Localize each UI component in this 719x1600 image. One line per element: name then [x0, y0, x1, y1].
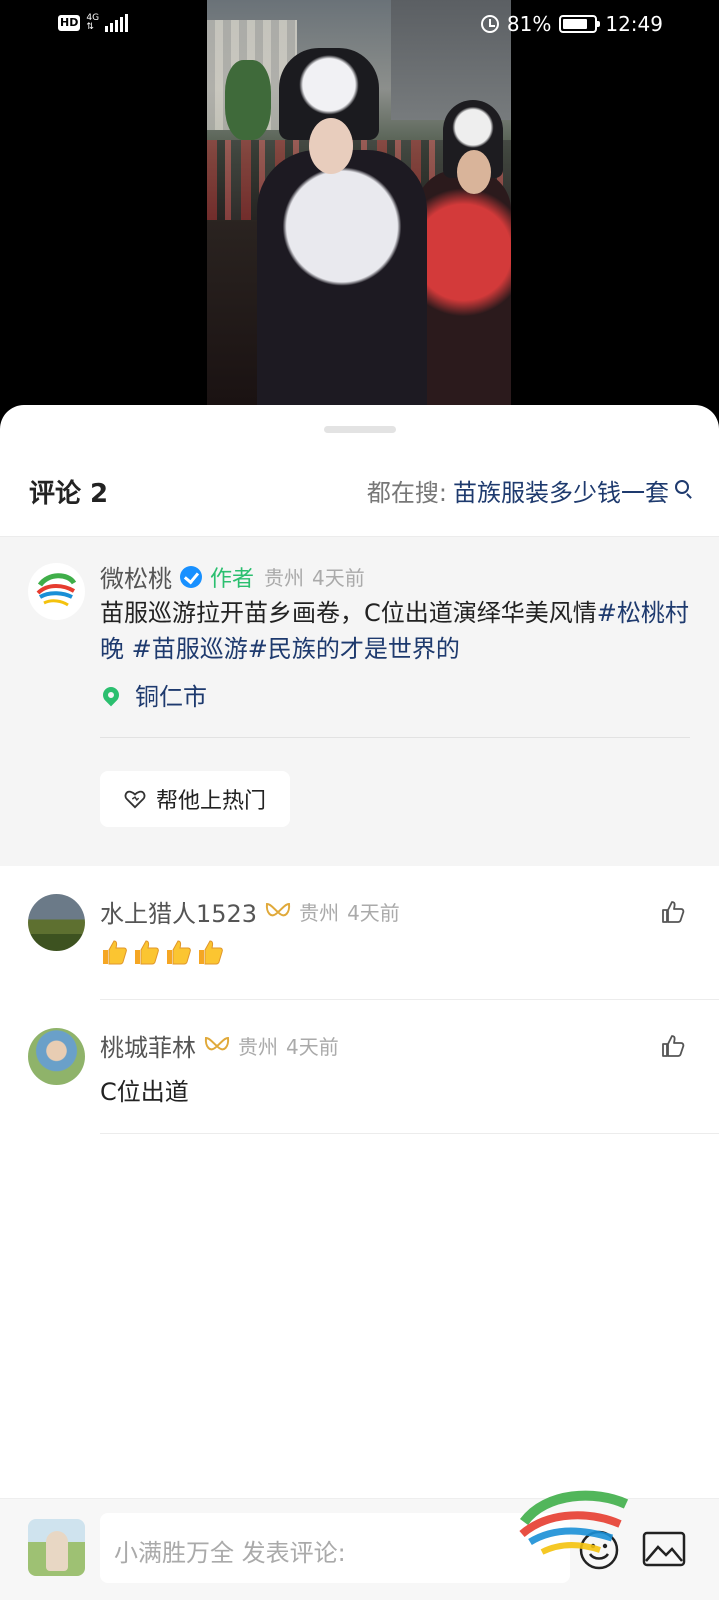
brand-logo-icon — [36, 573, 77, 607]
my-avatar-figure — [46, 1531, 68, 1571]
search-icon[interactable] — [675, 479, 689, 494]
comment-divider — [100, 1133, 719, 1134]
video-thumbnail[interactable] — [207, 0, 511, 405]
comment-time: 4天前 — [286, 1035, 339, 1059]
comment-count: 评论 2 — [29, 479, 109, 509]
boost-label: 帮他上热门 — [156, 789, 267, 814]
video-player[interactable] — [0, 0, 719, 430]
comment-body — [100, 938, 228, 972]
author-time: 4天前 — [312, 566, 365, 590]
thumbs-up-emoji — [135, 940, 159, 965]
avatar[interactable] — [28, 1028, 85, 1085]
battery-fill — [563, 19, 588, 29]
my-avatar[interactable] — [28, 1519, 85, 1576]
verified-icon — [180, 565, 202, 588]
author-tag: 作者 — [210, 566, 255, 592]
comment-time: 4天前 — [347, 901, 400, 925]
clock: 12:49 — [605, 12, 663, 36]
vip-icon — [204, 1036, 230, 1050]
hd-badge: HD — [58, 15, 81, 31]
location-pin-icon — [99, 683, 123, 706]
comment-body: C位出道 — [100, 1078, 189, 1106]
comment-meta: 水上猎人1523 贵州 4天前 — [100, 894, 408, 929]
drag-handle[interactable] — [324, 426, 396, 433]
vip-icon — [265, 902, 291, 916]
commenter-region: 贵州 — [238, 1035, 278, 1059]
signal-icon — [105, 14, 129, 32]
watermark-logo-icon — [519, 1490, 629, 1555]
hashtag-minzu[interactable]: #民族的才是世界的 — [248, 635, 460, 663]
post-text-plain: 苗服巡游拉开苗乡画卷，C位出道演绎华美风情 — [100, 599, 597, 627]
location-tag[interactable]: 铜仁市 — [99, 677, 207, 712]
heart-icon — [124, 790, 146, 809]
location-label: 铜仁市 — [135, 683, 207, 711]
comment-item[interactable]: 桃城菲林 贵州 4天前 C位出道 — [0, 1000, 719, 1134]
video-person-right — [416, 170, 511, 405]
avatar[interactable] — [28, 563, 85, 620]
author-region: 贵州 — [264, 566, 305, 590]
status-bar: HD 4G ⇅ 81% 12:49 — [0, 0, 719, 52]
comment-sheet: 评论 2 都在搜: 苗族服装多少钱一套 微松桃 作者 贵州 4天前 苗服巡游拉开… — [0, 405, 719, 1600]
video-person-main — [257, 150, 427, 405]
thumbs-up-emoji — [167, 940, 191, 965]
image-icon[interactable] — [642, 1531, 686, 1567]
like-icon[interactable] — [661, 900, 685, 924]
avatar[interactable] — [28, 894, 85, 951]
network-arrows: ⇅ — [86, 22, 94, 32]
search-label: 都在搜: — [366, 479, 447, 507]
commenter-region: 贵州 — [299, 901, 340, 925]
thumbs-up-emoji — [103, 940, 127, 965]
battery-percent: 81% — [506, 12, 552, 36]
network-type: 4G ⇅ — [86, 14, 99, 32]
post-text: 苗服巡游拉开苗乡画卷，C位出道演绎华美风情#松桃村晚 #苗服巡游#民族的才是世界… — [100, 595, 690, 667]
battery-icon — [559, 15, 601, 33]
status-left: HD 4G ⇅ — [58, 14, 129, 32]
commenter-name[interactable]: 水上猎人1523 — [100, 894, 257, 929]
author-post: 微松桃 作者 贵州 4天前 苗服巡游拉开苗乡画卷，C位出道演绎华美风情#松桃村晚… — [0, 536, 719, 866]
video-tree — [225, 60, 271, 140]
search-query[interactable]: 苗族服装多少钱一套 — [453, 473, 669, 508]
comment-input[interactable]: 小满胜万全 发表评论: — [100, 1513, 570, 1583]
author-meta: 微松桃 作者 贵州 4天前 — [100, 559, 373, 594]
video-face-right — [457, 150, 491, 194]
alarm-icon — [480, 15, 499, 33]
commenter-name[interactable]: 桃城菲林 — [100, 1028, 196, 1063]
thumbs-up-emoji — [199, 940, 223, 965]
boost-button[interactable]: 帮他上热门 — [100, 771, 291, 827]
video-face-main — [309, 118, 353, 174]
hashtag-miaofu[interactable]: #苗服巡游 — [124, 635, 248, 663]
comment-meta: 桃城菲林 贵州 4天前 — [100, 1028, 347, 1063]
post-divider — [100, 737, 690, 738]
status-right: 81% 12:49 — [480, 12, 663, 36]
like-icon[interactable] — [661, 1034, 685, 1058]
trending-search[interactable]: 都在搜: 苗族服装多少钱一套 — [367, 473, 689, 508]
author-name[interactable]: 微松桃 — [100, 559, 172, 594]
comment-item[interactable]: 水上猎人1523 贵州 4天前 — [0, 866, 719, 1000]
comments-header: 评论 2 都在搜: 苗族服装多少钱一套 — [0, 459, 719, 537]
